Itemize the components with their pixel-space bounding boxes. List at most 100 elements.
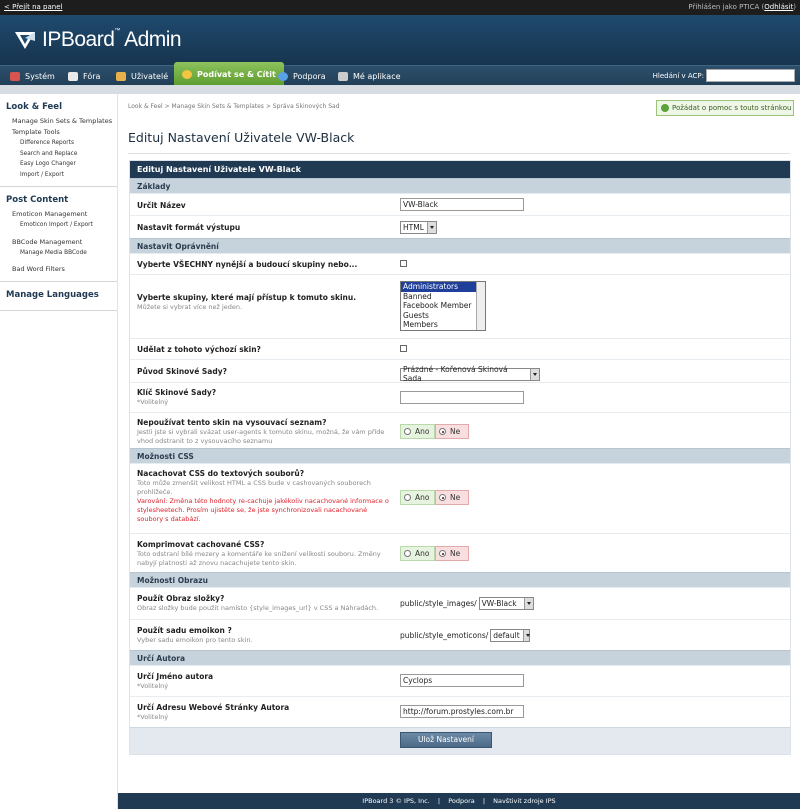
- author-name-input[interactable]: Cyclops: [400, 674, 524, 687]
- list-item[interactable]: Members: [401, 320, 477, 330]
- url-label: Určí Adresu Webové Stránky Autora: [137, 703, 290, 712]
- row-author: Určí Jméno autora *Volitelný Cyclops: [130, 665, 790, 696]
- ipboard-logo-icon: [15, 32, 35, 49]
- listbox-scrollbar[interactable]: [476, 282, 485, 330]
- radio-no[interactable]: [439, 550, 446, 557]
- tab-my-apps[interactable]: Mé aplikace: [338, 66, 401, 86]
- sidebar-item-bbcode-management[interactable]: BBCode Management: [0, 237, 117, 248]
- sidebar-item-import-export[interactable]: Import / Export: [0, 170, 117, 181]
- image-dir-prefix: public/style_images/: [400, 599, 477, 608]
- acp-search-input[interactable]: [706, 69, 795, 82]
- tab-forums[interactable]: Fóra: [68, 66, 100, 86]
- hide-desc: Jestli jste si vybrali svázat user-agent…: [137, 428, 385, 445]
- cache-desc: Toto může zmenšit velikost HTML a CSS bu…: [137, 479, 371, 496]
- sidebar-item-difference-reports[interactable]: Difference Reports: [0, 138, 117, 149]
- forums-icon: [68, 71, 78, 81]
- sidebar-item-manage-skins[interactable]: Manage Skin Sets & Templates: [0, 116, 117, 127]
- hide-no-option[interactable]: Ne: [435, 424, 469, 439]
- all-groups-checkbox[interactable]: [400, 260, 407, 267]
- sidebar-item-easy-logo[interactable]: Easy Logo Changer: [0, 159, 117, 170]
- compress-yes-no: Ano Ne: [400, 546, 469, 561]
- hide-yes-option[interactable]: Ano: [400, 424, 435, 439]
- sidebar-item-emoticon-management[interactable]: Emoticon Management: [0, 209, 117, 220]
- row-groups: Vyberte skupiny, které mají přístup k to…: [130, 274, 790, 338]
- form-title: Edituj Nastavení Uživatele VW-Black: [130, 161, 790, 178]
- groups-desc: Můžete si vybrat více než jeden.: [137, 303, 243, 311]
- skin-name-input[interactable]: VW-Black: [400, 198, 524, 211]
- groups-label: Vyberte skupiny, které mají přístup k to…: [137, 293, 357, 302]
- emoticons-select[interactable]: default: [490, 629, 531, 642]
- members-icon: [116, 71, 126, 81]
- save-settings-button[interactable]: Ulož Nastavení: [400, 732, 492, 748]
- origin-select[interactable]: Prázdné - Kořenová Skinová Sada: [400, 365, 540, 383]
- breadcrumb[interactable]: Look & Feel > Manage Skin Sets & Templat…: [128, 103, 340, 110]
- url-desc: *Volitelný: [137, 713, 169, 721]
- list-item[interactable]: Facebook Member: [401, 301, 477, 311]
- acp-search-label: Hledání v ACP:: [652, 71, 704, 80]
- default-label: Udělat z tohoto výchozí skin?: [137, 345, 261, 354]
- tab-members[interactable]: Uživatelé: [116, 66, 168, 86]
- all-groups-label: Vyberte VŠECHNY nynější a budoucí skupin…: [137, 260, 358, 269]
- section-basic: Základy: [130, 178, 790, 193]
- section-css: Možnosti CSS: [130, 448, 790, 463]
- top-bar: < Přejít na panel Přihlášen jako PTICA (…: [0, 0, 800, 15]
- help-icon: [661, 104, 669, 112]
- skin-settings-form: Edituj Nastavení Uživatele VW-Black Zákl…: [129, 160, 791, 755]
- compress-no-option[interactable]: Ne: [435, 546, 469, 561]
- footer-copyright: IPBoard 3 © IPS, Inc.: [362, 797, 430, 805]
- sidebar-item-manage-languages[interactable]: Manage Languages: [0, 290, 117, 300]
- hide-label: Nepoužívat tento skin na vysouvací sezna…: [137, 418, 327, 427]
- list-item[interactable]: Guests: [401, 311, 477, 321]
- section-images: Možnosti Obrazu: [130, 572, 790, 587]
- image-dir-select[interactable]: VW-Black: [478, 597, 534, 610]
- groups-listbox[interactable]: Administrators Banned Facebook Member Gu…: [400, 281, 486, 331]
- row-output: Nastavit formát výstupu HTML: [130, 215, 790, 238]
- chevron-down-icon: [530, 368, 539, 380]
- cache-yes-option[interactable]: Ano: [400, 490, 435, 505]
- row-url: Určí Adresu Webové Stránky Autora *Volite…: [130, 696, 790, 727]
- tab-look-and-feel[interactable]: Podívat se & Cítit: [174, 62, 284, 86]
- radio-yes[interactable]: [404, 550, 411, 557]
- radio-no[interactable]: [439, 494, 446, 501]
- row-name: Určit Název VW-Black: [130, 193, 790, 215]
- author-url-input[interactable]: http://forum.prostyles.com.br: [400, 705, 524, 718]
- default-skin-checkbox[interactable]: [400, 345, 407, 352]
- sidebar-item-bad-word-filters[interactable]: Bad Word Filters: [0, 264, 117, 275]
- skin-key-input[interactable]: [400, 391, 524, 404]
- login-status: Přihlášen jako PTICA (Odhlásit): [688, 3, 796, 11]
- chevron-down-icon: [426, 222, 436, 233]
- page-title: Edituj Nastavení Uživatele VW-Black: [128, 130, 790, 154]
- emoticons-desc: Vyber sadu emoikon pro tento skin.: [137, 636, 253, 644]
- compress-yes-option[interactable]: Ano: [400, 546, 435, 561]
- sidebar-heading: Post Content: [6, 195, 69, 205]
- submit-row: Ulož Nastavení: [130, 727, 790, 754]
- chevron-down-icon: [523, 598, 533, 609]
- output-format-select[interactable]: HTML: [400, 221, 437, 234]
- apps-icon: [338, 71, 348, 81]
- emoticons-label: Použít sadu emoikon ?: [137, 626, 232, 635]
- cache-label: Nacachovat CSS do textových souborů?: [137, 469, 305, 478]
- help-button[interactable]: Požádat o pomoc s touto stránkou: [656, 100, 794, 116]
- ipboard-logo[interactable]: IPBoard™ Admin: [14, 27, 182, 53]
- footer-resources-link[interactable]: Navštivit zdroje IPS: [493, 797, 556, 805]
- radio-no[interactable]: [439, 428, 446, 435]
- list-item[interactable]: Banned: [401, 292, 477, 302]
- footer: IPBoard 3 © IPS, Inc. | Podpora | Navšti…: [118, 793, 800, 809]
- sidebar-item-media-bbcode[interactable]: Manage Media BBCode: [0, 248, 117, 259]
- tab-system[interactable]: Systém: [10, 66, 55, 86]
- footer-support-link[interactable]: Podpora: [448, 797, 475, 805]
- sidebar-item-search-replace[interactable]: Search and Replace: [0, 149, 117, 160]
- sidebar-item-template-tools[interactable]: Template Tools: [0, 127, 117, 138]
- header: IPBoard™ Admin: [0, 15, 800, 65]
- radio-yes[interactable]: [404, 494, 411, 501]
- tab-support[interactable]: Podpora: [278, 66, 326, 86]
- row-default: Udělat z tohoto výchozí skin?: [130, 338, 790, 359]
- logout-link[interactable]: Odhlásit: [764, 3, 793, 11]
- sidebar-item-emoticon-import[interactable]: Emoticon Import / Export: [0, 220, 117, 231]
- back-to-board-link[interactable]: < Přejít na panel: [4, 3, 62, 11]
- cache-no-option[interactable]: Ne: [435, 490, 469, 505]
- list-item[interactable]: Administrators: [401, 282, 477, 292]
- image-dir-label: Použít Obraz složky?: [137, 594, 225, 603]
- key-desc: *Volitelný: [137, 398, 169, 406]
- radio-yes[interactable]: [404, 428, 411, 435]
